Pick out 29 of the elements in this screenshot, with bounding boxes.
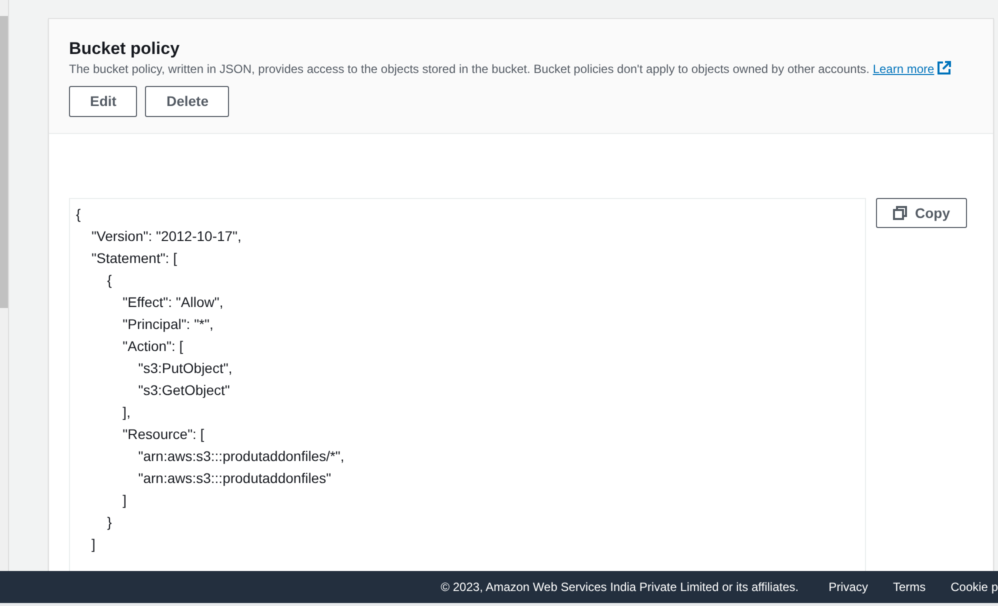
code-line: "Effect": "Allow", [122, 293, 224, 312]
code-line: "Statement": [ [90, 249, 178, 268]
code-line: "s3:PutObject", [137, 359, 234, 378]
footer-link[interactable]: Cookie p [950, 578, 998, 596]
code-line: } [106, 513, 113, 532]
panel-description: The bucket policy, written in JSON, provides access to the objects stored in the bucket. Bucket policies don't apply to objects owned by other accounts. Learn more [69, 60, 973, 78]
code-line: "arn:aws:s3:::produtaddonfiles" [137, 469, 332, 488]
code-line: "Action": [ [122, 337, 184, 356]
code-line: "Principal": "*", [122, 315, 214, 334]
footer-link[interactable]: Privacy [828, 578, 868, 596]
code-line: { [76, 205, 82, 224]
code-line: "Resource": [ [122, 425, 206, 444]
copy-button[interactable]: Copy [876, 198, 967, 228]
footer-link[interactable]: Terms [892, 578, 926, 596]
learn-more-link[interactable]: Learn more [872, 62, 934, 76]
scrollbar[interactable] [0, 0, 9, 571]
code-line: "s3:GetObject" [137, 381, 231, 400]
action-button[interactable]: Edit [69, 86, 138, 117]
copyright-text: © 2023, Amazon Web Services India Private Limited or its affiliates. [440, 579, 799, 596]
code-line: ], [122, 403, 132, 422]
panel-title: Bucket policy [69, 38, 181, 60]
code-line: "Version": "2012-10-17", [90, 227, 242, 246]
copy-icon [893, 206, 907, 220]
code-line: "arn:aws:s3:::produtaddonfiles/*", [137, 447, 346, 466]
code-line: ] [122, 491, 128, 510]
external-link-icon[interactable] [937, 61, 952, 75]
code-line: { [106, 271, 113, 290]
code-line: ] [90, 535, 96, 554]
action-button[interactable]: Delete [145, 86, 230, 117]
